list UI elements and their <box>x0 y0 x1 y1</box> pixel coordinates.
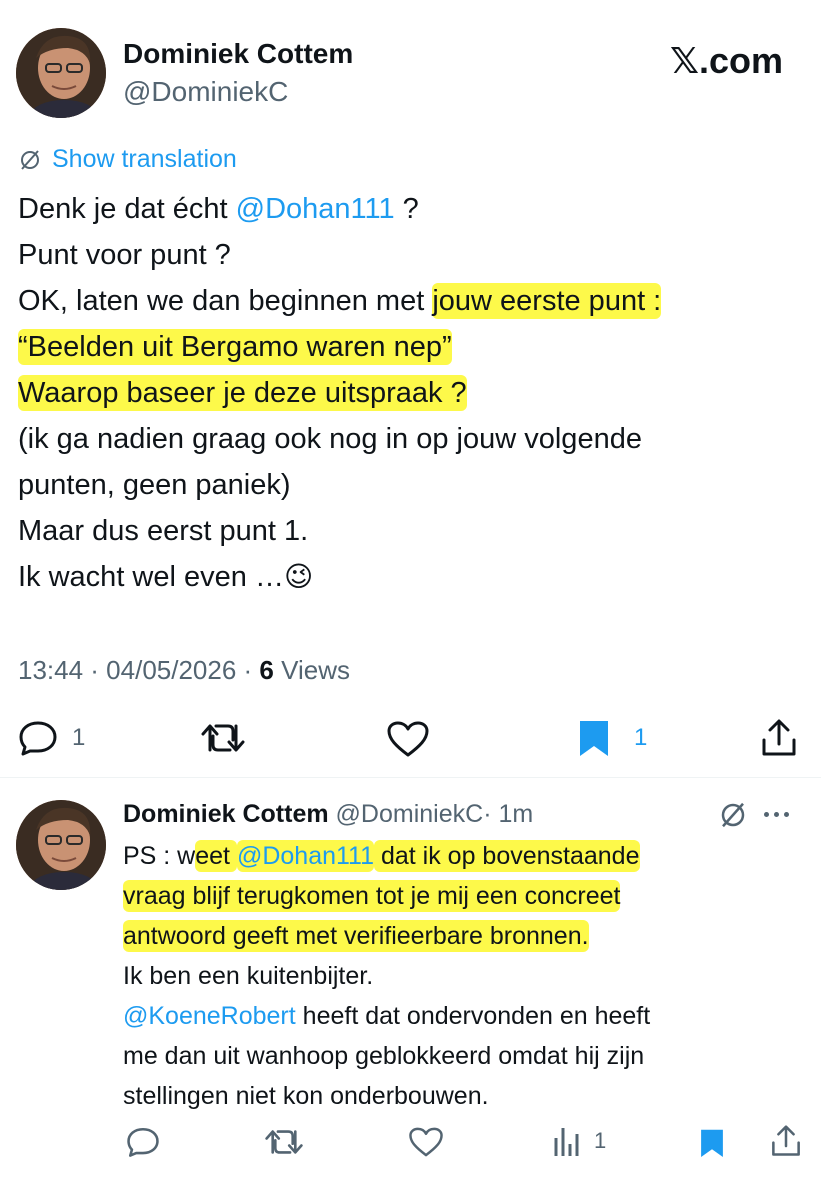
x-logo: 𝕏.com <box>670 40 784 81</box>
show-translation-link[interactable]: Show translation <box>18 145 237 174</box>
reply-line-2: vraag blijf terugkomen tot je mij een co… <box>123 876 813 916</box>
bookmark-count: 1 <box>634 724 648 751</box>
reply-like-button[interactable] <box>408 1126 444 1158</box>
reply-button[interactable]: 1 <box>18 720 85 756</box>
tweet-line-1: Denk je dat écht @Dohan111 ? <box>18 193 419 225</box>
bookmark-button[interactable]: 1 <box>576 718 647 758</box>
reply-views-count: 1 <box>594 1128 607 1153</box>
share-button[interactable] <box>760 718 798 758</box>
reply-reply-button[interactable] <box>126 1126 160 1158</box>
reply-line-4: Ik ben een kuitenbijter. <box>123 962 374 990</box>
tweet-text: Denk je dat écht @Dohan111 ? Punt voor p… <box>18 186 808 600</box>
reply-icon <box>126 1126 160 1158</box>
views-count: 6 <box>259 655 274 685</box>
tweet-line-5: Waarop baseer je deze uitspraak ? <box>18 370 808 416</box>
tweet-line-4: “Beelden uit Bergamo waren nep” <box>18 324 808 370</box>
reply-retweet-button[interactable] <box>264 1126 304 1158</box>
reply-line-3: antwoord geeft met verifieerbare bronnen… <box>123 916 813 956</box>
reply-views-button[interactable]: 1 <box>552 1124 606 1158</box>
heart-icon <box>386 720 430 758</box>
reply-line-1: PS : weet @Dohan111 dat ik op bovenstaan… <box>123 840 640 872</box>
mention-link[interactable]: @Dohan111 <box>236 193 395 225</box>
retweet-icon <box>264 1126 304 1158</box>
reply-header: Dominiek Cottem @DominiekC· 1m <box>123 800 533 829</box>
share-icon <box>770 1124 802 1158</box>
share-icon <box>760 718 798 758</box>
bookmark-filled-icon <box>698 1126 726 1160</box>
reply-count: 1 <box>72 724 86 751</box>
highlight: dat ik op bovenstaande <box>374 840 640 872</box>
tweet-line-9: Ik wacht wel even …😉 <box>18 561 314 593</box>
highlight: “Beelden uit Bergamo waren nep” <box>18 329 452 365</box>
retweet-icon <box>200 720 246 756</box>
reply-time[interactable]: · 1m <box>483 800 533 828</box>
highlight: Waarop baseer je deze uitspraak ? <box>18 375 467 411</box>
reply-author-name[interactable]: Dominiek Cottem <box>123 800 329 828</box>
mention-link[interactable]: @KoeneRobert <box>123 1002 296 1030</box>
tweet-meta: 13:44 · 04/05/2026 · 6 Views <box>18 655 350 686</box>
reply-line-5: @KoeneRobert heeft dat ondervonden en he… <box>123 1002 651 1030</box>
tweet-line-2: Punt voor punt ? <box>18 239 231 271</box>
heart-icon <box>408 1126 444 1158</box>
tweet-line-7: punten, geen paniek) <box>18 469 291 501</box>
tweet-line-3: OK, laten we dan beginnen met jouw eerst… <box>18 283 662 319</box>
highlight: antwoord geeft met verifieerbare bronnen… <box>123 920 589 952</box>
divider <box>0 777 821 778</box>
highlight: jouw eerste punt : <box>432 283 662 319</box>
views-label: Views <box>273 655 350 685</box>
reply-icon <box>18 720 58 756</box>
wink-emoji: 😉 <box>283 561 314 592</box>
reply-author-avatar[interactable] <box>16 800 106 890</box>
translate-globe-icon <box>18 148 42 172</box>
like-button[interactable] <box>386 720 430 758</box>
tweet-line-8: Maar dus eerst punt 1. <box>18 515 309 547</box>
author-name[interactable]: Dominiek Cottem <box>123 38 353 70</box>
retweet-button[interactable] <box>200 720 246 756</box>
author-avatar[interactable] <box>16 28 106 118</box>
tweet-line-6: (ik ga nadien graag ook nog in op jouw v… <box>18 423 642 455</box>
bookmark-filled-icon <box>576 718 612 758</box>
reply-bookmark-button[interactable] <box>698 1126 726 1160</box>
highlight: eet <box>195 840 237 872</box>
mention-link[interactable]: @Dohan111 <box>236 840 375 872</box>
reply-line-6: me dan uit wanhoop geblokkeerd omdat hij… <box>123 1042 645 1070</box>
reply-author-handle[interactable]: @DominiekC <box>336 800 484 828</box>
analytics-icon <box>552 1124 582 1158</box>
show-translation-label: Show translation <box>52 145 237 173</box>
reply-translate-icon[interactable] <box>718 800 748 835</box>
reply-share-button[interactable] <box>770 1124 802 1158</box>
highlight: vraag blijf terugkomen tot je mij een co… <box>123 880 621 912</box>
reply-line-7: stellingen niet kon onderbouwen. <box>123 1082 489 1110</box>
author-handle[interactable]: @DominiekC <box>123 76 288 108</box>
reply-text: PS : weet @Dohan111 dat ik op bovenstaan… <box>123 836 813 1116</box>
tweet-timestamp[interactable]: 13:44 · 04/05/2026 · <box>18 655 259 685</box>
more-options-icon[interactable] <box>764 812 789 817</box>
